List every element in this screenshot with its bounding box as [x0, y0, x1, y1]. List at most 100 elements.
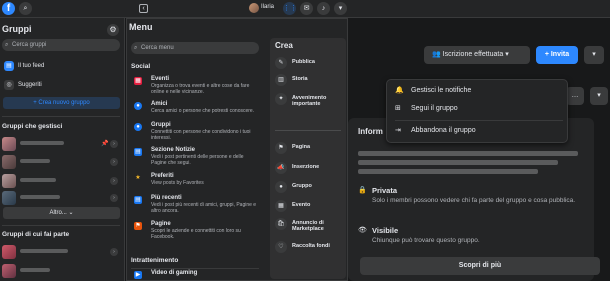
member-group-row[interactable] [0, 263, 124, 281]
chevron-right-icon[interactable]: › [110, 140, 118, 148]
group-name-blurred [20, 249, 68, 253]
search-icon: ⌕ [5, 42, 9, 48]
create-item-label: Inserzione [292, 164, 320, 170]
learn-more-button[interactable]: Scopri di più [360, 257, 600, 275]
avatar[interactable] [249, 3, 259, 13]
create-item-label: Gruppo [292, 183, 312, 189]
visibility-title: Visibile [372, 226, 399, 235]
menu-title: Menu [129, 22, 153, 32]
menu-item-description: View posts by Favorites [151, 180, 204, 186]
calendar-icon: ▦ [275, 200, 287, 212]
gaming-icon: ▶ [134, 271, 142, 279]
create-item-label: Pagina [292, 144, 311, 150]
edit-icon: ✎ [275, 57, 287, 69]
pin-icon[interactable]: 📌 [101, 140, 108, 147]
create-group-button[interactable]: + Crea nuovo gruppo [3, 97, 120, 109]
sidebar-item-suggested[interactable]: ◎ Suggeriti [2, 78, 120, 92]
sidebar-item-feed[interactable]: ▤ Il tuo feed [2, 59, 120, 73]
group-name-blurred [20, 195, 60, 199]
divider [395, 120, 563, 121]
group-thumbnail [2, 264, 16, 278]
sidebar-item-label: Suggeriti [18, 82, 42, 88]
heart-icon: ♡ [275, 241, 287, 253]
menu-item-description: Organizza o trova eventi e altre cose da… [151, 83, 250, 95]
dropdown-item-label: Segui il gruppo [411, 105, 458, 112]
chevron-right-icon[interactable]: › [110, 194, 118, 202]
group-thumbnail [2, 137, 16, 151]
flag-icon: ⚑ [134, 222, 142, 230]
bag-icon: 🛍 [275, 218, 287, 230]
search-icon: ⌕ [134, 45, 138, 51]
menu-item-title: Più recenti [151, 195, 182, 201]
divider [131, 268, 259, 269]
menu-item-description: Cerca amici o persone che potresti conos… [151, 108, 255, 114]
facebook-logo[interactable]: f [2, 2, 15, 15]
feed-icon: ▤ [4, 61, 14, 71]
chevron-down-icon: ▾ [505, 51, 509, 58]
create-item-label: Pubblica [292, 59, 315, 65]
group-name-blurred [20, 268, 50, 272]
joined-label: Iscrizione effettuata [442, 51, 504, 58]
profile-name[interactable]: Ilaria [261, 4, 274, 10]
menu-item-description: Scopri le aziende e connettiti con loro … [151, 228, 241, 240]
info-card-title: Inform [358, 127, 383, 136]
menu-search-input[interactable]: ⌕ Cerca menu [131, 42, 259, 54]
menu-item-title: Video di gaming [151, 270, 198, 276]
gear-icon[interactable]: ⚙ [107, 24, 119, 36]
groups-search-input[interactable]: ⌕ Cerca gruppi [2, 39, 120, 51]
menu-item-title: Sezione Notizie [151, 147, 196, 153]
menu-item-description: Vedi i post pertinenti delle persone e d… [151, 154, 244, 166]
bell-icon: 🔔 [395, 87, 404, 94]
friends-icon: ● [134, 102, 142, 110]
create-panel: Crea ✎ Pubblica ▥ Storia ✦ Avvenimento i… [270, 38, 346, 279]
privacy-title: Privata [372, 186, 398, 195]
joined-icon: 👥 [432, 51, 441, 58]
back-icon[interactable]: ‹ [139, 4, 148, 13]
group-thumbnail [2, 191, 16, 205]
chevron-right-icon[interactable]: › [110, 158, 118, 166]
member-group-row[interactable]: › [0, 244, 124, 262]
more-options-chevron-icon[interactable]: ▾ [584, 46, 604, 64]
leave-group-item[interactable]: ⇥ Abbandona il gruppo [395, 124, 563, 138]
lock-icon: 🔒 [358, 187, 367, 194]
group-thumbnail [2, 245, 16, 259]
chevron-right-icon[interactable]: › [110, 248, 118, 256]
manage-notifications-item[interactable]: 🔔 Gestisci le notifiche [395, 84, 563, 98]
groups-sidebar: Gruppi ⚙ ⌕ Cerca gruppi ▤ Il tuo feed ◎ … [0, 18, 125, 281]
groups-search-placeholder: Cerca gruppi [12, 42, 47, 48]
managed-group-row[interactable]: › [0, 173, 124, 191]
create-item-label: Storia [292, 76, 308, 82]
menu-grid-icon[interactable]: ⋮⋮ [283, 2, 297, 15]
divider [275, 130, 341, 131]
group-name-blurred [20, 178, 56, 182]
menu-item-description: Connettiti con persone che condividono i… [151, 129, 251, 141]
managed-groups-heading: Gruppi che gestisci [2, 123, 63, 130]
joined-button[interactable]: 👥 Iscrizione effettuata ▾ [424, 46, 530, 64]
chevron-right-icon[interactable]: › [110, 177, 118, 185]
account-chevron-icon[interactable]: ▾ [334, 2, 347, 15]
groups-icon: ● [134, 123, 142, 131]
compass-icon: ◎ [4, 80, 14, 90]
description-blurred [358, 160, 558, 165]
more-actions-icon[interactable]: … [566, 87, 584, 105]
search-icon[interactable]: ⌕ [19, 2, 32, 15]
managed-group-row[interactable]: 📌 › [0, 136, 124, 154]
managed-group-row[interactable]: › [0, 154, 124, 172]
menu-item-title: Amici [151, 101, 168, 107]
chevron-down-icon[interactable]: ▾ [590, 87, 608, 105]
notifications-icon[interactable]: ♪ [317, 2, 330, 15]
description-blurred [358, 169, 538, 174]
group-name-blurred [20, 159, 50, 163]
star-icon: ✦ [275, 93, 287, 105]
news-icon: ▤ [134, 148, 142, 156]
sidebar-title: Gruppi [2, 24, 32, 34]
managed-group-row[interactable]: › [0, 190, 124, 208]
sidebar-item-label: Il tuo feed [18, 63, 45, 69]
see-more-button[interactable]: Altro... ⌄ [3, 207, 120, 219]
messenger-icon[interactable]: ✉ [300, 2, 313, 15]
create-item-label: Evento [292, 202, 311, 208]
invite-button[interactable]: + Invita [536, 46, 578, 64]
top-navigation-bar: f ⌕ ‹ Ilaria ⋮⋮ ✉ ♪ ▾ [0, 0, 610, 18]
dropdown-item-label: Abbandona il gruppo [411, 127, 476, 134]
follow-group-item[interactable]: ⊞ Segui il gruppo [395, 102, 563, 116]
